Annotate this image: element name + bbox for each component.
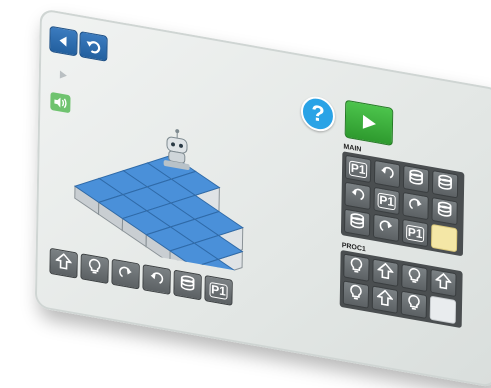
- proc1-slot-bulb-command[interactable]: [343, 280, 369, 309]
- forward-icon: [435, 271, 451, 295]
- toolbar-bulb-command[interactable]: [80, 253, 108, 284]
- p1-label: P1: [377, 192, 396, 210]
- main-slot-p1-command[interactable]: P1: [373, 187, 399, 216]
- play-button[interactable]: [345, 100, 394, 146]
- level-board: [66, 91, 279, 277]
- bulb-icon: [348, 283, 364, 307]
- speaker-icon: [53, 95, 67, 109]
- proc1-slot-empty-slot[interactable]: [430, 296, 456, 325]
- toolbar-forward-command[interactable]: [49, 248, 77, 279]
- turn-left-icon: [379, 162, 395, 186]
- turn-right-icon: [117, 262, 133, 286]
- forward-icon: [377, 261, 393, 285]
- play-icon: [359, 112, 379, 133]
- robot: [164, 127, 191, 170]
- p1-label: P1: [349, 160, 368, 178]
- turn-left-icon: [148, 268, 164, 292]
- main-slot-p1-command[interactable]: P1: [345, 155, 371, 184]
- main-slot-turn-right-command[interactable]: [373, 214, 399, 243]
- proc1-slot-bulb-command[interactable]: [401, 291, 427, 320]
- game-window: ? MAIN P1P1P1 PROC1: [35, 8, 491, 388]
- main-slot-light-command[interactable]: [403, 165, 429, 194]
- bulb-icon: [406, 293, 422, 317]
- main-program-panel: P1 P1 P1: [341, 151, 464, 256]
- bulb-icon: [348, 256, 364, 280]
- main-slot-turn-left-command[interactable]: [374, 160, 400, 189]
- proc1-program-panel: [340, 250, 463, 328]
- proc1-slot-forward-command[interactable]: [372, 285, 398, 314]
- undo-icon: [85, 38, 101, 55]
- p1-label: P1: [209, 281, 228, 299]
- light-icon: [349, 211, 365, 235]
- p1-label: P1: [406, 224, 425, 242]
- toolbar-p1-command[interactable]: P1: [204, 275, 232, 306]
- light-icon: [436, 199, 452, 223]
- step-play-icon: [57, 68, 69, 82]
- turn-left-icon: [349, 184, 365, 208]
- step-button[interactable]: [53, 64, 73, 85]
- light-icon: [179, 273, 195, 297]
- proc1-slot-forward-command[interactable]: [372, 259, 398, 288]
- turn-right-icon: [407, 194, 423, 218]
- light-icon: [408, 167, 424, 191]
- main-slot-empty-slot[interactable]: [431, 224, 457, 253]
- light-icon: [437, 172, 453, 196]
- toolbar-light-command[interactable]: [173, 270, 201, 301]
- proc1-slot-bulb-command[interactable]: [343, 253, 369, 282]
- screen: ? MAIN P1P1P1 PROC1: [0, 0, 491, 363]
- main-slot-light-command[interactable]: [432, 170, 458, 199]
- turn-right-icon: [378, 216, 394, 240]
- back-button[interactable]: [49, 26, 77, 57]
- proc1-slot-bulb-command[interactable]: [401, 264, 427, 293]
- toolbar-turn-left-command[interactable]: [142, 264, 170, 295]
- bulb-icon: [86, 257, 102, 281]
- forward-icon: [377, 288, 393, 312]
- main-slot-turn-right-command[interactable]: [402, 192, 428, 221]
- toolbar-turn-right-command[interactable]: [111, 259, 139, 290]
- main-slot-light-command[interactable]: [344, 209, 370, 238]
- reset-button[interactable]: [79, 31, 107, 62]
- main-slot-p1-command[interactable]: P1: [402, 219, 428, 248]
- back-icon: [56, 33, 70, 49]
- bulb-icon: [406, 266, 422, 290]
- main-slot-light-command[interactable]: [431, 197, 457, 226]
- main-slot-turn-left-command[interactable]: [344, 182, 370, 211]
- help-button[interactable]: ?: [301, 94, 336, 134]
- forward-icon: [55, 251, 71, 275]
- proc1-slot-forward-command[interactable]: [430, 269, 456, 298]
